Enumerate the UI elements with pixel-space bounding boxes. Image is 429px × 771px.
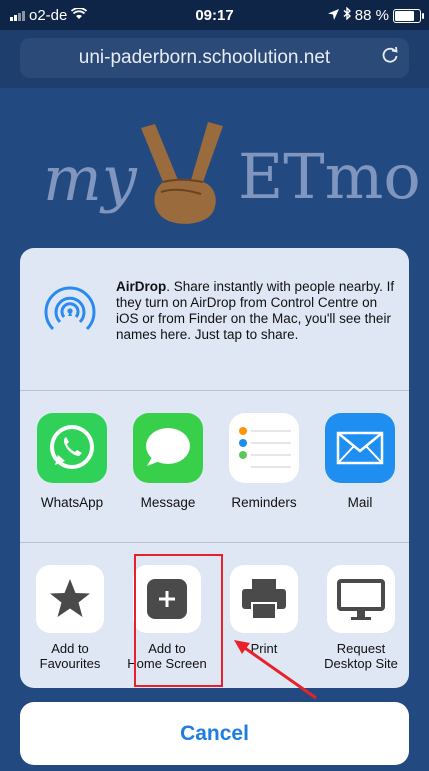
whatsapp-icon[interactable] bbox=[37, 413, 107, 483]
airdrop-section[interactable]: AirDrop. Share instantly with people nea… bbox=[20, 248, 409, 390]
location-icon bbox=[327, 7, 339, 24]
printer-icon[interactable] bbox=[230, 565, 298, 633]
reload-icon[interactable] bbox=[381, 46, 399, 70]
logo-right-text: ETmo bbox=[238, 140, 421, 213]
logo-left-text: my bbox=[43, 142, 137, 215]
status-bar: o2-de 09:17 88 % bbox=[0, 0, 429, 30]
bluetooth-icon bbox=[343, 6, 351, 24]
reminders-icon[interactable] bbox=[229, 413, 299, 483]
action-label-line1: Request bbox=[336, 641, 386, 656]
url-bar[interactable]: uni-paderborn.schoolution.net bbox=[20, 38, 409, 78]
app-label: Message bbox=[140, 495, 196, 510]
myvetmo-logo: my ETmo bbox=[38, 120, 421, 230]
share-app-whatsapp[interactable]: WhatsApp bbox=[27, 413, 117, 510]
star-icon[interactable] bbox=[36, 565, 104, 633]
peace-hand-icon bbox=[133, 120, 233, 230]
battery-percent: 88 % bbox=[354, 7, 389, 24]
battery-icon bbox=[393, 8, 424, 23]
action-label-line1: Add to bbox=[51, 641, 89, 656]
action-label-line2: Desktop Site bbox=[324, 656, 398, 671]
share-app-message[interactable]: Message bbox=[123, 413, 213, 510]
cancel-button[interactable]: Cancel bbox=[20, 702, 409, 765]
action-request-desktop-site[interactable]: Request Desktop Site bbox=[313, 565, 409, 671]
app-label: WhatsApp bbox=[40, 495, 104, 510]
airdrop-icon[interactable] bbox=[38, 278, 102, 342]
url-text[interactable]: uni-paderborn.schoolution.net bbox=[20, 47, 369, 69]
share-apps-row: WhatsApp Message Reminders Mail bbox=[20, 391, 409, 542]
share-app-notes[interactable]: Ac bbox=[400, 413, 409, 510]
action-add-to-favourites[interactable]: Add to Favourites bbox=[22, 565, 118, 671]
red-arrow-icon bbox=[220, 632, 320, 702]
mail-icon[interactable] bbox=[325, 413, 395, 483]
airdrop-description: AirDrop. Share instantly with people nea… bbox=[116, 279, 396, 343]
share-app-reminders[interactable]: Reminders bbox=[219, 413, 309, 510]
action-label-line2: Favourites bbox=[39, 656, 101, 671]
status-right: 88 % bbox=[327, 6, 424, 24]
highlight-box bbox=[134, 554, 223, 687]
share-app-mail[interactable]: Mail bbox=[315, 413, 405, 510]
app-label: Mail bbox=[347, 495, 373, 510]
app-label: Reminders bbox=[231, 495, 297, 510]
message-icon[interactable] bbox=[133, 413, 203, 483]
app-label: Ac bbox=[400, 495, 409, 510]
desktop-icon[interactable] bbox=[327, 565, 395, 633]
airdrop-title: AirDrop bbox=[116, 279, 167, 294]
